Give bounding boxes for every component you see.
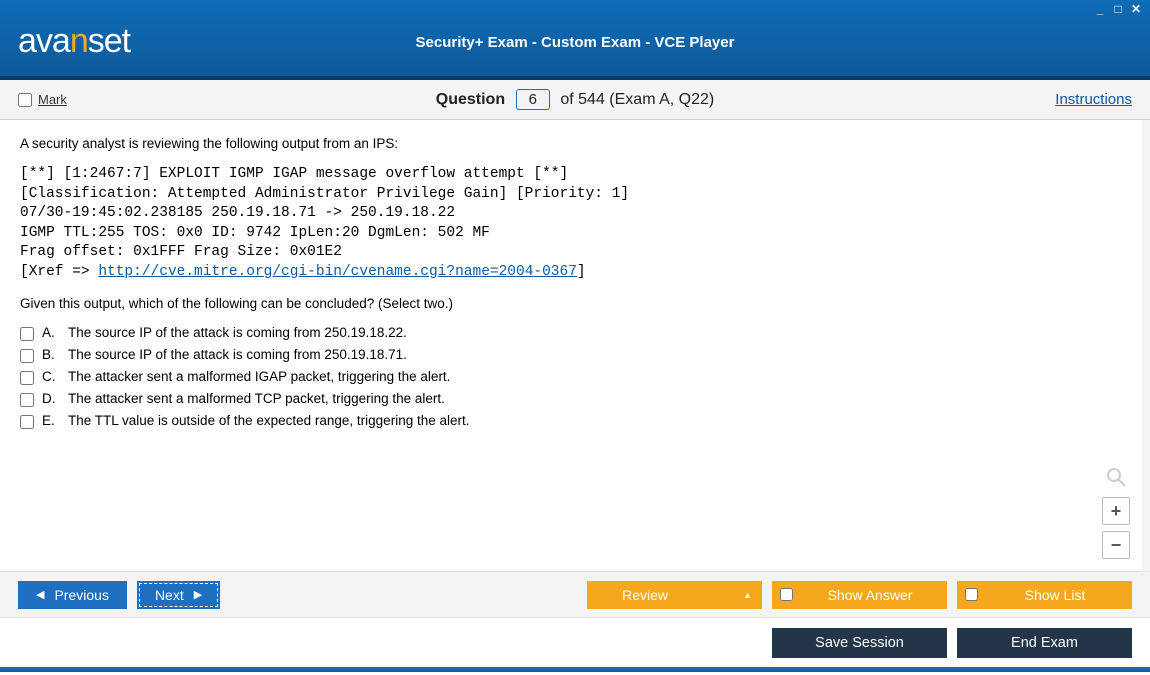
answer-row: C. The attacker sent a malformed IGAP pa…: [20, 369, 1122, 385]
answer-text: The source IP of the attack is coming fr…: [68, 347, 407, 362]
question-word: Question: [436, 91, 505, 108]
question-content: A security analyst is reviewing the foll…: [0, 120, 1150, 572]
answer-checkbox-d[interactable]: [20, 393, 34, 407]
end-exam-button[interactable]: End Exam: [957, 628, 1132, 658]
question-prompt-1: A security analyst is reviewing the foll…: [20, 136, 1122, 151]
question-position: Question 6 of 544 (Exam A, Q22): [0, 89, 1150, 110]
question-suffix: of 544 (Exam A, Q22): [560, 91, 714, 108]
answer-letter: C.: [42, 369, 60, 384]
answer-text: The attacker sent a malformed IGAP packe…: [68, 369, 450, 384]
triangle-up-icon: ▲: [743, 590, 752, 600]
question-prompt-2: Given this output, which of the followin…: [20, 296, 1122, 311]
answer-checkbox-e[interactable]: [20, 415, 34, 429]
show-answer-button[interactable]: Show Answer: [772, 581, 947, 609]
review-button[interactable]: Review ▲: [587, 581, 762, 609]
answer-text: The attacker sent a malformed TCP packet…: [68, 391, 445, 406]
answer-checkbox-a[interactable]: [20, 327, 34, 341]
zoom-in-button[interactable]: +: [1102, 497, 1130, 525]
close-icon[interactable]: ✕: [1128, 2, 1144, 16]
answer-checkbox-c[interactable]: [20, 371, 34, 385]
answer-row: B. The source IP of the attack is coming…: [20, 347, 1122, 363]
save-session-button[interactable]: Save Session: [772, 628, 947, 658]
zoom-tools: + −: [1102, 467, 1130, 559]
nav-bar-1: ◀ Previous Next ▶ Review ▲ Show Answer S…: [0, 572, 1150, 617]
question-number[interactable]: 6: [516, 89, 550, 110]
answer-row: E. The TTL value is outside of the expec…: [20, 413, 1122, 429]
answer-checkbox-b[interactable]: [20, 349, 34, 363]
nav-bar-2: Save Session End Exam: [0, 617, 1150, 667]
chevron-right-icon: ▶: [194, 588, 202, 601]
answer-row: D. The attacker sent a malformed TCP pac…: [20, 391, 1122, 407]
answer-letter: B.: [42, 347, 60, 362]
show-list-checkbox[interactable]: [965, 588, 978, 601]
answer-row: A. The source IP of the attack is coming…: [20, 325, 1122, 341]
instructions-link[interactable]: Instructions: [1055, 91, 1132, 108]
show-list-label: Show List: [978, 587, 1132, 603]
show-answer-label: Show Answer: [793, 587, 947, 603]
next-button[interactable]: Next ▶: [137, 581, 220, 609]
previous-button[interactable]: ◀ Previous: [18, 581, 127, 609]
code-line-4: IGMP TTL:255 TOS: 0x0 ID: 9742 IpLen:20 …: [20, 225, 490, 241]
ips-output: [**] [1:2467:7] EXPLOIT IGMP IGAP messag…: [20, 165, 1122, 282]
code-line-6-post: ]: [577, 264, 586, 280]
xref-link[interactable]: http://cve.mitre.org/cgi-bin/cvename.cgi…: [98, 264, 577, 280]
window-controls: _ □ ✕: [1092, 2, 1144, 16]
answer-letter: E.: [42, 413, 60, 428]
answer-letter: D.: [42, 391, 60, 406]
code-line-6-pre: [Xref =>: [20, 264, 98, 280]
answer-text: The source IP of the attack is coming fr…: [68, 325, 407, 340]
show-answer-checkbox[interactable]: [780, 588, 793, 601]
review-label: Review: [587, 587, 703, 603]
title-bar: avanset Security+ Exam - Custom Exam - V…: [0, 0, 1150, 80]
maximize-icon[interactable]: □: [1110, 2, 1126, 16]
question-toolbar: Mark Question 6 of 544 (Exam A, Q22) Ins…: [0, 80, 1150, 120]
zoom-out-button[interactable]: −: [1102, 531, 1130, 559]
code-line-3: 07/30-19:45:02.238185 250.19.18.71 -> 25…: [20, 205, 455, 221]
bottom-stripe: [0, 667, 1150, 672]
chevron-left-icon: ◀: [36, 588, 44, 601]
window-title: Security+ Exam - Custom Exam - VCE Playe…: [0, 34, 1150, 51]
answer-letter: A.: [42, 325, 60, 340]
previous-label: Previous: [54, 587, 108, 603]
magnify-icon[interactable]: [1104, 467, 1128, 491]
code-line-2: [Classification: Attempted Administrator…: [20, 186, 629, 202]
code-line-1: [**] [1:2467:7] EXPLOIT IGMP IGAP messag…: [20, 166, 568, 182]
next-label: Next: [155, 587, 184, 603]
show-list-button[interactable]: Show List: [957, 581, 1132, 609]
code-line-5: Frag offset: 0x1FFF Frag Size: 0x01E2: [20, 244, 342, 260]
answers-list: A. The source IP of the attack is coming…: [20, 325, 1122, 429]
minimize-icon[interactable]: _: [1092, 2, 1108, 16]
answer-text: The TTL value is outside of the expected…: [68, 413, 470, 428]
